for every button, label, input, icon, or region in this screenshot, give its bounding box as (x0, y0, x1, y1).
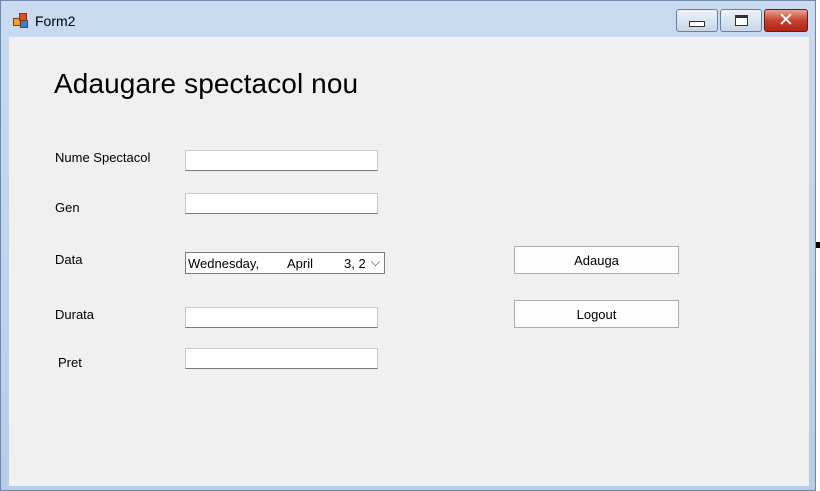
gen-input[interactable] (185, 193, 378, 214)
minimize-icon (689, 20, 705, 27)
nume-spectacol-input[interactable] (185, 150, 378, 171)
date-month: April (287, 256, 314, 271)
logout-button[interactable]: Logout (514, 300, 679, 328)
window-title: Form2 (35, 13, 76, 29)
app-window: Form2 ✕ Adaugare spectacol nou Nume Spec… (0, 0, 816, 491)
minimize-button[interactable] (676, 9, 718, 32)
add-button[interactable]: Adauga (514, 246, 679, 274)
data-date-picker[interactable]: Wednesday, April 3, 2 ⌵ (185, 252, 385, 274)
date-day: 3, 2 (344, 256, 366, 271)
page-title: Adaugare spectacol nou (54, 68, 359, 99)
durata-label: Durata (55, 307, 95, 322)
edge-marker (816, 242, 820, 248)
close-icon: ✕ (778, 9, 794, 31)
date-weekday: Wednesday, (188, 256, 260, 271)
pret-label: Pret (58, 355, 82, 370)
maximize-icon (734, 15, 748, 26)
gen-label: Gen (55, 200, 80, 215)
maximize-button[interactable] (720, 9, 762, 32)
pret-input[interactable] (185, 348, 378, 369)
title-bar[interactable]: Form2 ✕ (1, 1, 815, 37)
nume-spectacol-label: Nume Spectacol (55, 150, 151, 165)
form-client-area: Adaugare spectacol nou Nume Spectacol Ge… (9, 37, 809, 486)
app-form-icon (12, 13, 28, 28)
durata-input[interactable] (185, 307, 378, 328)
close-button[interactable]: ✕ (764, 9, 808, 32)
chevron-down-icon[interactable]: ⌵ (371, 255, 380, 270)
data-label: Data (55, 252, 83, 267)
